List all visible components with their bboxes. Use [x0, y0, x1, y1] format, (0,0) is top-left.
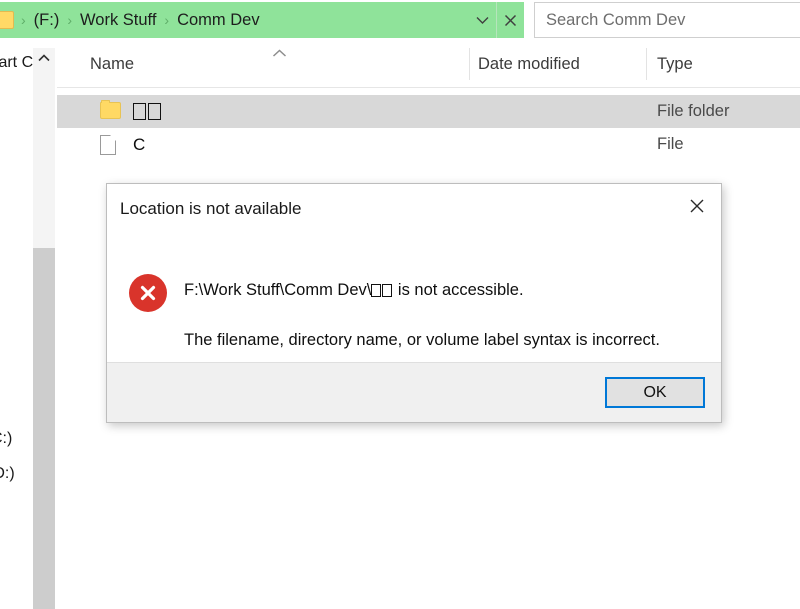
- dialog-body: F:\Work Stuff\Comm Dev\ is not accessibl…: [107, 234, 721, 363]
- nav-item-drive-d[interactable]: (D:): [0, 465, 15, 483]
- breadcrumb-item-drive[interactable]: (F:): [27, 11, 67, 30]
- address-bar-buttons: [469, 2, 524, 38]
- breadcrumb-separator: ›: [164, 12, 170, 28]
- nav-item-drive-c[interactable]: C:): [0, 430, 12, 448]
- breadcrumb-separator: ›: [21, 12, 26, 28]
- column-divider: [646, 48, 647, 80]
- column-header-type[interactable]: Type: [657, 55, 693, 74]
- column-headers: Name Date modified Type: [57, 40, 800, 88]
- breadcrumb-separator: ›: [67, 12, 72, 28]
- dialog-message-path-prefix: F:\Work Stuff\Comm Dev\: [184, 281, 372, 299]
- chevron-up-icon[interactable]: [33, 48, 55, 68]
- unrenderable-glyph: [382, 284, 393, 297]
- chevron-down-icon[interactable]: [469, 2, 496, 38]
- table-row[interactable]: C File: [57, 128, 800, 161]
- column-header-date-modified[interactable]: Date modified: [478, 55, 580, 74]
- breadcrumb: › (F:) › Work Stuff › Comm Dev: [20, 11, 267, 30]
- dialog-message-suffix: is not accessible.: [393, 281, 524, 299]
- close-icon[interactable]: [673, 184, 721, 228]
- nav-item-start-c[interactable]: tart C: [0, 54, 33, 72]
- dialog-title-bar: Location is not available: [107, 184, 721, 234]
- folder-icon: [0, 11, 14, 29]
- file-type: File folder: [657, 102, 730, 120]
- dialog-title: Location is not available: [120, 199, 302, 218]
- search-placeholder: Search Comm Dev: [546, 10, 686, 29]
- breadcrumb-item-comm-dev[interactable]: Comm Dev: [170, 11, 267, 30]
- close-x-icon[interactable]: [496, 2, 524, 38]
- file-type: File: [657, 135, 684, 153]
- navigation-pane-scrollbar[interactable]: [33, 48, 55, 609]
- dialog-message-primary: F:\Work Stuff\Comm Dev\ is not accessibl…: [184, 281, 524, 300]
- column-header-name[interactable]: Name: [90, 55, 134, 74]
- address-bar-row: › (F:) › Work Stuff › Comm Dev Search Co…: [0, 0, 800, 40]
- file-name: [133, 102, 163, 122]
- file-name: C: [133, 134, 146, 154]
- dialog-footer: OK: [107, 362, 721, 422]
- unrenderable-glyph: [148, 102, 161, 120]
- folder-icon: [100, 100, 122, 121]
- navigation-pane: tart C C:) (D:): [0, 40, 33, 609]
- error-dialog: Location is not available F:\Work Stuff\…: [106, 183, 722, 423]
- column-divider: [469, 48, 470, 80]
- dialog-message-detail: The filename, directory name, or volume …: [184, 331, 660, 349]
- file-icon: [100, 135, 122, 155]
- scrollbar-thumb[interactable]: [33, 248, 55, 609]
- error-circle-x-icon: [129, 274, 167, 312]
- search-input[interactable]: Search Comm Dev: [534, 2, 800, 38]
- ok-button[interactable]: OK: [605, 377, 705, 408]
- unrenderable-glyph: [133, 102, 146, 120]
- table-row[interactable]: File folder: [57, 95, 800, 128]
- sort-ascending-icon: [272, 45, 287, 61]
- address-bar[interactable]: › (F:) › Work Stuff › Comm Dev: [0, 2, 524, 38]
- breadcrumb-item-work-stuff[interactable]: Work Stuff: [73, 11, 163, 30]
- unrenderable-glyph: [371, 284, 382, 297]
